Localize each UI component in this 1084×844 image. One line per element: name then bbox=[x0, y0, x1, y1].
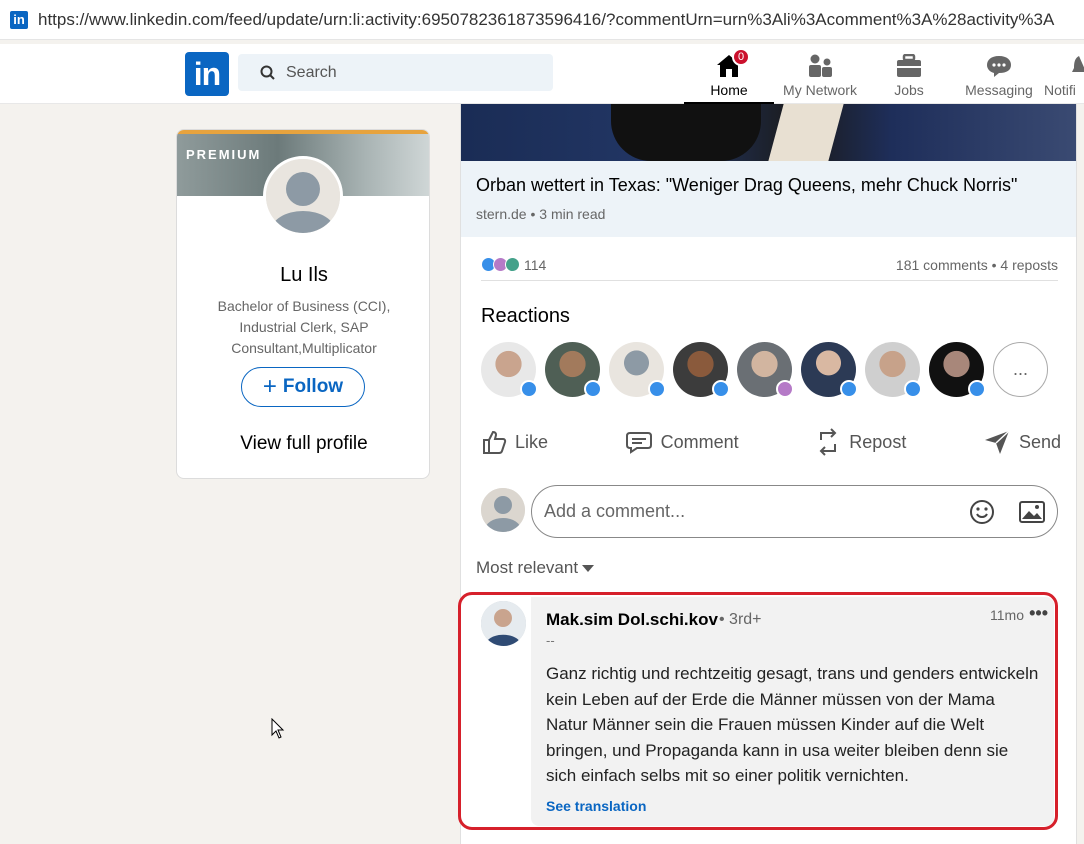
like-badge-icon bbox=[840, 380, 858, 398]
comment-input[interactable] bbox=[544, 501, 944, 522]
mouse-cursor-icon bbox=[271, 718, 285, 739]
like-badge-icon bbox=[520, 380, 538, 398]
reactions-title: Reactions bbox=[481, 305, 570, 327]
article-title: Orban wettert in Texas: "Weniger Drag Qu… bbox=[476, 175, 1018, 195]
reaction-count: 114 bbox=[524, 256, 547, 273]
profile-name[interactable]: Lu Ils bbox=[177, 264, 429, 287]
follow-label: Follow bbox=[282, 376, 344, 397]
reactor-avatar[interactable] bbox=[801, 342, 858, 398]
social-counts: 114 181 comments • 4 reposts bbox=[481, 249, 1058, 281]
reaction-summary[interactable]: 114 bbox=[481, 257, 546, 273]
sort-label: Most relevant bbox=[476, 558, 579, 577]
current-user-avatar bbox=[481, 488, 525, 532]
follow-button[interactable]: + Follow bbox=[241, 367, 365, 407]
reactor-avatar[interactable] bbox=[481, 342, 538, 398]
nav-home-label: Home bbox=[710, 82, 748, 98]
comments-reposts-count[interactable]: 181 comments • 4 reposts bbox=[896, 257, 1058, 273]
comment-label: Comment bbox=[660, 431, 739, 452]
emoji-icon[interactable] bbox=[969, 499, 995, 525]
profile-avatar[interactable] bbox=[263, 156, 343, 236]
nav-jobs[interactable]: Jobs bbox=[880, 48, 938, 104]
article-image[interactable] bbox=[461, 104, 1076, 161]
like-badge-icon bbox=[968, 380, 986, 398]
nav-notifications[interactable]: Notifi bbox=[1044, 48, 1084, 104]
reactor-avatar[interactable] bbox=[737, 342, 794, 398]
repost-icon bbox=[819, 428, 837, 456]
connection-degree: • 3rd+ bbox=[719, 611, 762, 628]
nav-my-network[interactable]: My Network bbox=[776, 48, 864, 104]
like-badge-icon bbox=[648, 380, 666, 398]
article-link[interactable]: Orban wettert in Texas: "Weniger Drag Qu… bbox=[461, 161, 1076, 237]
home-icon: 0 bbox=[716, 48, 750, 78]
browser-url-bar[interactable]: in https://www.linkedin.com/feed/update/… bbox=[0, 0, 1084, 40]
like-badge-icon bbox=[712, 380, 730, 398]
nav-notifications-label: Notifi bbox=[1044, 82, 1076, 98]
comment-author-avatar[interactable] bbox=[481, 601, 526, 646]
comment-timestamp: 11mo bbox=[990, 607, 1024, 623]
nav-messaging[interactable]: Messaging bbox=[958, 48, 1040, 104]
send-icon bbox=[984, 430, 1010, 454]
like-badge-icon bbox=[584, 380, 602, 398]
see-translation-link[interactable]: See translation bbox=[546, 798, 646, 814]
view-full-profile-link[interactable]: View full profile bbox=[177, 433, 429, 455]
thumbs-up-icon bbox=[483, 430, 507, 454]
nav-home[interactable]: 0 Home bbox=[684, 48, 774, 104]
briefcase-icon bbox=[896, 48, 922, 78]
post-actions: Like Comment Repost Send bbox=[481, 422, 1061, 462]
nav-messaging-label: Messaging bbox=[965, 82, 1033, 98]
notification-badge: 0 bbox=[732, 48, 750, 66]
comment-button[interactable]: Comment bbox=[625, 430, 739, 454]
more-options-icon[interactable]: ••• bbox=[1029, 603, 1048, 624]
search-input[interactable] bbox=[286, 63, 526, 82]
repost-label: Repost bbox=[849, 431, 907, 452]
bell-icon bbox=[1072, 48, 1084, 78]
comment-field[interactable] bbox=[531, 485, 1058, 538]
premium-label: PREMIUM bbox=[186, 147, 262, 162]
url-text[interactable]: https://www.linkedin.com/feed/update/urn… bbox=[38, 10, 1078, 30]
article-source: stern.de • 3 min read bbox=[476, 206, 606, 222]
profile-card: PREMIUM Lu Ils Bachelor of Business (CCI… bbox=[176, 129, 430, 479]
profile-banner: PREMIUM bbox=[177, 134, 429, 236]
comment-bubble: Mak.sim Dol.schi.kov • 3rd+ -- 11mo ••• … bbox=[531, 597, 1054, 826]
nav-my-network-label: My Network bbox=[783, 82, 857, 98]
sort-dropdown[interactable]: Most relevant bbox=[476, 558, 595, 578]
send-label: Send bbox=[1018, 431, 1061, 452]
repost-button[interactable]: Repost bbox=[815, 428, 906, 456]
caret-down-icon bbox=[582, 564, 595, 572]
linkedin-favicon: in bbox=[10, 10, 28, 29]
like-badge-icon bbox=[904, 380, 922, 398]
like-label: Like bbox=[515, 431, 549, 452]
messaging-icon bbox=[985, 48, 1013, 78]
comment-author-name[interactable]: Mak.sim Dol.schi.kov bbox=[546, 610, 718, 630]
funny-reaction-icon bbox=[505, 257, 520, 272]
send-button[interactable]: Send bbox=[983, 429, 1061, 455]
search-icon bbox=[260, 65, 275, 80]
reactor-avatar[interactable] bbox=[929, 342, 986, 398]
comment-composer bbox=[481, 484, 1061, 540]
plus-icon: + bbox=[262, 373, 277, 400]
author-headline: -- bbox=[546, 633, 555, 648]
photo-icon[interactable] bbox=[1019, 501, 1045, 523]
highlighted-comment: Mak.sim Dol.schi.kov • 3rd+ -- 11mo ••• … bbox=[458, 592, 1058, 830]
nav-jobs-label: Jobs bbox=[894, 82, 924, 98]
like-button[interactable]: Like bbox=[481, 429, 548, 455]
top-nav: in 0 Home My Network Jobs Messaging Noti… bbox=[0, 44, 1084, 104]
comment-icon bbox=[625, 432, 652, 454]
reactors-list: ... bbox=[481, 342, 1057, 398]
profile-headline: Bachelor of Business (CCI), Industrial C… bbox=[217, 298, 391, 356]
reactor-avatar[interactable] bbox=[609, 342, 666, 398]
search-bar[interactable] bbox=[238, 54, 553, 91]
reactor-avatar[interactable] bbox=[545, 342, 602, 398]
image-document-shape bbox=[768, 104, 844, 161]
insightful-badge-icon bbox=[776, 380, 794, 398]
more-reactors-button[interactable]: ... bbox=[993, 342, 1048, 397]
comment-body: Ganz richtig und rechtzeitig gesagt, tra… bbox=[546, 664, 1039, 785]
reactor-avatar[interactable] bbox=[673, 342, 730, 398]
reactor-avatar[interactable] bbox=[865, 342, 922, 398]
linkedin-logo[interactable]: in bbox=[185, 52, 229, 96]
image-speaker-shape bbox=[611, 104, 761, 161]
network-icon bbox=[806, 48, 834, 78]
